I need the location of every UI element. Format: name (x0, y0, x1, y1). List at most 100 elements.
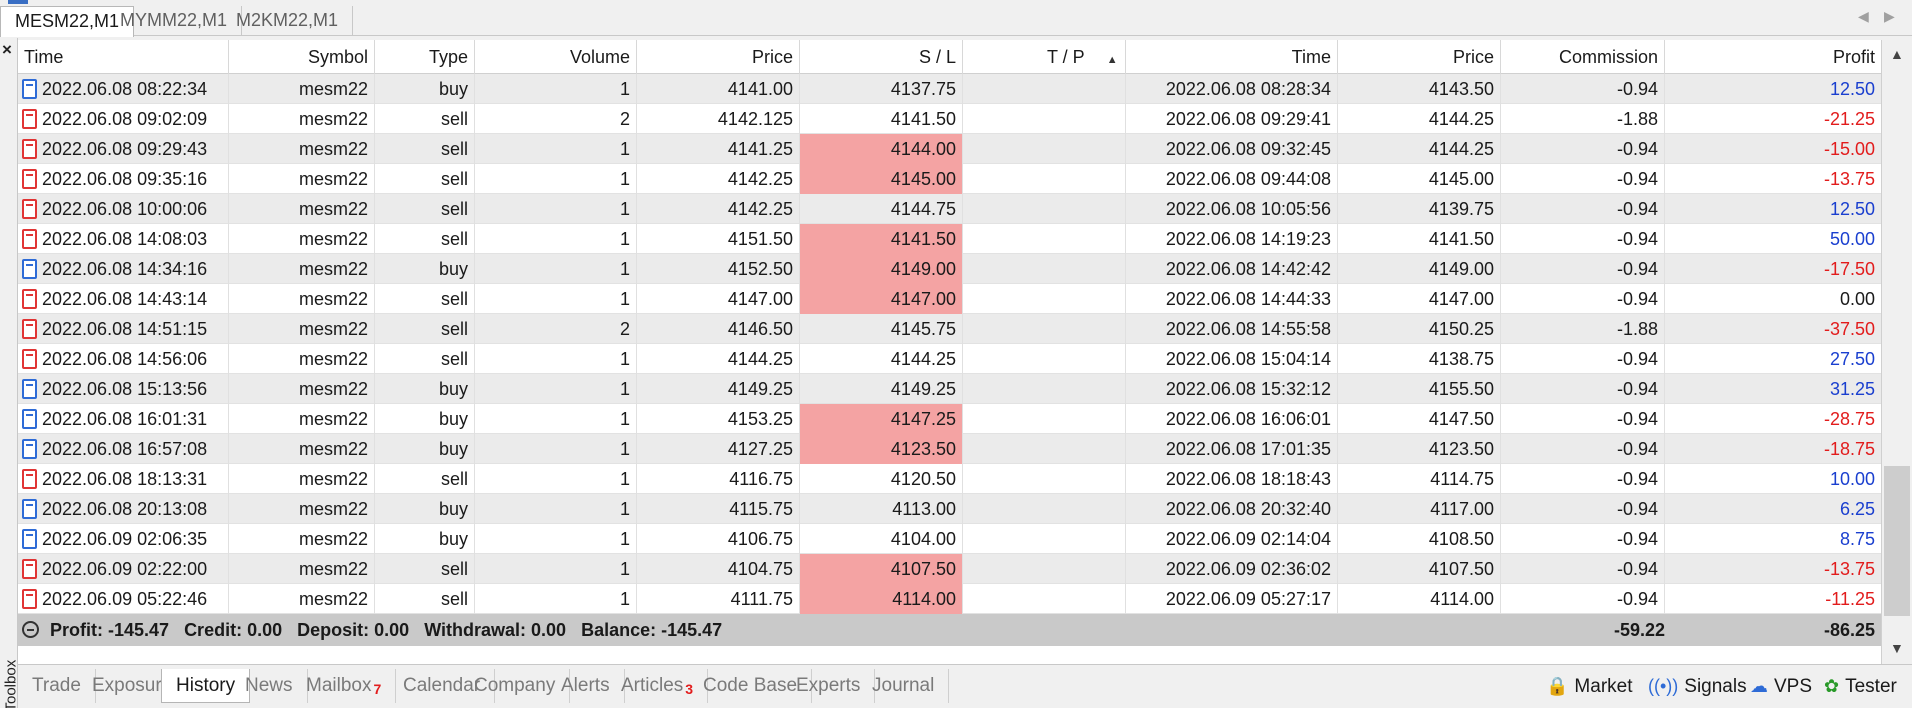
table-row[interactable]: 2022.06.08 09:35:16 mesm22 sell 1 4142.25 414… (18, 164, 1881, 194)
cell-sl: 4144.75 (800, 194, 963, 224)
cell-profit: -21.25 (1823, 109, 1875, 129)
vertical-scrollbar[interactable]: ▲ ▼ (1881, 40, 1912, 664)
open-time-text: 2022.06.08 08:22:34 (42, 79, 208, 99)
sell-deal-icon (22, 589, 37, 609)
chart-tab-m2km22[interactable]: M2KM22,M1 (222, 6, 354, 36)
table-row[interactable]: 2022.06.08 14:08:03 mesm22 sell 1 4151.50 414… (18, 224, 1881, 254)
col-header-tp[interactable]: T / P ▲ (963, 40, 1126, 74)
table-row[interactable]: 2022.06.08 09:29:43 mesm22 sell 1 4141.25 414… (18, 134, 1881, 164)
col-header-price[interactable]: Price (637, 40, 800, 74)
scroll-up-icon[interactable]: ▲ (1890, 46, 1904, 62)
sell-deal-icon (22, 229, 37, 249)
table-row[interactable]: 2022.06.09 02:06:35 mesm22 buy 1 4106.75 4104… (18, 524, 1881, 554)
table-row[interactable]: 2022.06.08 16:57:08 mesm22 buy 1 4127.25 4123… (18, 434, 1881, 464)
sell-deal-icon (22, 349, 37, 369)
sell-deal-icon (22, 559, 37, 579)
cell-commission: -0.94 (1501, 224, 1665, 254)
sell-deal-icon (22, 199, 37, 219)
table-row[interactable]: 2022.06.09 02:22:00 mesm22 sell 1 4104.75 410… (18, 554, 1881, 584)
cell-type: buy (375, 524, 475, 554)
cell-volume: 1 (475, 164, 637, 194)
table-row[interactable]: 2022.06.08 10:00:06 mesm22 sell 1 4142.25 414… (18, 194, 1881, 224)
cell-open-time: 2022.06.08 09:35:16 (18, 164, 229, 194)
cell-price: 4141.00 (637, 74, 800, 104)
col-header-type[interactable]: Type (375, 40, 475, 74)
table-row[interactable]: 2022.06.08 14:56:06 mesm22 sell 1 4144.25 414… (18, 344, 1881, 374)
table-row[interactable]: 2022.06.09 05:22:46 mesm22 sell 1 4111.75 411… (18, 584, 1881, 614)
table-row[interactable]: 2022.06.08 08:22:34 mesm22 buy 1 4141.00 4137… (18, 74, 1881, 104)
scrollbar-thumb[interactable] (1884, 466, 1910, 616)
cell-symbol: mesm22 (229, 374, 375, 404)
cell-profit: -11.25 (1825, 589, 1875, 609)
cell-price: 4142.125 (637, 104, 800, 134)
cell-profit: -15.00 (1823, 139, 1875, 159)
open-time-text: 2022.06.08 15:13:56 (42, 379, 208, 399)
cell-open-time: 2022.06.08 09:02:09 (18, 104, 229, 134)
scroll-tabs-right-icon[interactable]: ▶ (1884, 8, 1895, 25)
col-header-open-time[interactable]: Time (18, 40, 229, 74)
cell-symbol: mesm22 (229, 284, 375, 314)
cell-type: buy (375, 74, 475, 104)
cell-symbol: mesm22 (229, 434, 375, 464)
scroll-tabs-left-icon[interactable]: ◀ (1858, 8, 1869, 25)
col-header-sl[interactable]: S / L (800, 40, 963, 74)
cell-volume: 1 (475, 554, 637, 584)
cell-open-time: 2022.06.08 20:13:08 (18, 494, 229, 524)
open-time-text: 2022.06.08 20:13:08 (42, 499, 208, 519)
cell-close-time: 2022.06.08 15:32:12 (1126, 374, 1338, 404)
cell-open-time: 2022.06.08 14:08:03 (18, 224, 229, 254)
col-header-close-price[interactable]: Price (1338, 40, 1501, 74)
cell-profit: 31.25 (1829, 379, 1875, 399)
cell-volume: 1 (475, 434, 637, 464)
summary-profit: Profit: -145.47 (50, 620, 170, 640)
close-icon[interactable]: × (2, 40, 12, 60)
table-row[interactable]: 2022.06.08 14:43:14 mesm22 sell 1 4147.00 414… (18, 284, 1881, 314)
sell-deal-icon (22, 139, 37, 159)
cell-commission: -0.94 (1501, 134, 1665, 164)
cell-open-time: 2022.06.08 16:57:08 (18, 434, 229, 464)
cell-close-price: 4123.50 (1338, 434, 1501, 464)
cell-profit: -17.50 (1823, 259, 1875, 279)
table-row[interactable]: 2022.06.08 18:13:31 mesm22 sell 1 4116.75 412… (18, 464, 1881, 494)
table-row[interactable]: 2022.06.08 09:02:09 mesm22 sell 2 4142.125 41… (18, 104, 1881, 134)
cell-close-time: 2022.06.08 14:19:23 (1126, 224, 1338, 254)
col-header-close-time[interactable]: Time (1126, 40, 1338, 74)
cell-tp (963, 284, 1126, 314)
toolbox-sidebar: × Toolbox (0, 38, 20, 708)
table-row[interactable]: 2022.06.08 15:13:56 mesm22 buy 1 4149.25 4149… (18, 374, 1881, 404)
table-row[interactable]: 2022.06.08 14:34:16 mesm22 buy 1 4152.50 4149… (18, 254, 1881, 284)
collapse-icon[interactable] (22, 621, 39, 638)
open-time-text: 2022.06.08 16:57:08 (42, 439, 208, 459)
cell-commission: -0.94 (1501, 284, 1665, 314)
cell-type: sell (375, 314, 475, 344)
cell-volume: 1 (475, 74, 637, 104)
table-row[interactable]: 2022.06.08 14:51:15 mesm22 sell 2 4146.50 414… (18, 314, 1881, 344)
cell-tp (963, 584, 1126, 614)
cell-sl: 4145.00 (800, 164, 963, 194)
table-row[interactable]: 2022.06.08 20:13:08 mesm22 buy 1 4115.75 4113… (18, 494, 1881, 524)
col-header-volume[interactable]: Volume (475, 40, 637, 74)
tab-label: News (245, 675, 293, 696)
col-header-commission[interactable]: Commission (1501, 40, 1665, 74)
tab-journal[interactable]: Journal (858, 669, 950, 703)
cell-tp (963, 194, 1126, 224)
table-row[interactable]: 2022.06.08 16:01:31 mesm22 buy 1 4153.25 4147… (18, 404, 1881, 434)
signals-button[interactable]: ((•)) Signals (1648, 669, 1747, 703)
cell-volume: 1 (475, 344, 637, 374)
col-header-profit[interactable]: Profit (1665, 40, 1881, 74)
cell-close-price: 4139.75 (1338, 194, 1501, 224)
cell-symbol: mesm22 (229, 134, 375, 164)
tab-mailbox[interactable]: Mailbox 7 (292, 669, 397, 703)
market-label: Market (1574, 676, 1633, 697)
cell-symbol: mesm22 (229, 554, 375, 584)
col-header-symbol[interactable]: Symbol (229, 40, 375, 74)
vps-button[interactable]: ☁ VPS (1750, 669, 1812, 703)
market-button[interactable]: 🔒 Market (1546, 669, 1633, 703)
open-time-text: 2022.06.08 14:08:03 (42, 229, 208, 249)
cell-open-time: 2022.06.09 02:22:00 (18, 554, 229, 584)
toolbox-tab-bar: 🔒 Market ((•)) Signals ☁ VPS ✿ Tester Trade E… (18, 664, 1912, 708)
open-time-text: 2022.06.08 14:51:15 (42, 319, 208, 339)
scroll-down-icon[interactable]: ▼ (1890, 640, 1904, 656)
tester-button[interactable]: ✿ Tester (1824, 669, 1897, 703)
cell-profit: 50.00 (1829, 229, 1875, 249)
